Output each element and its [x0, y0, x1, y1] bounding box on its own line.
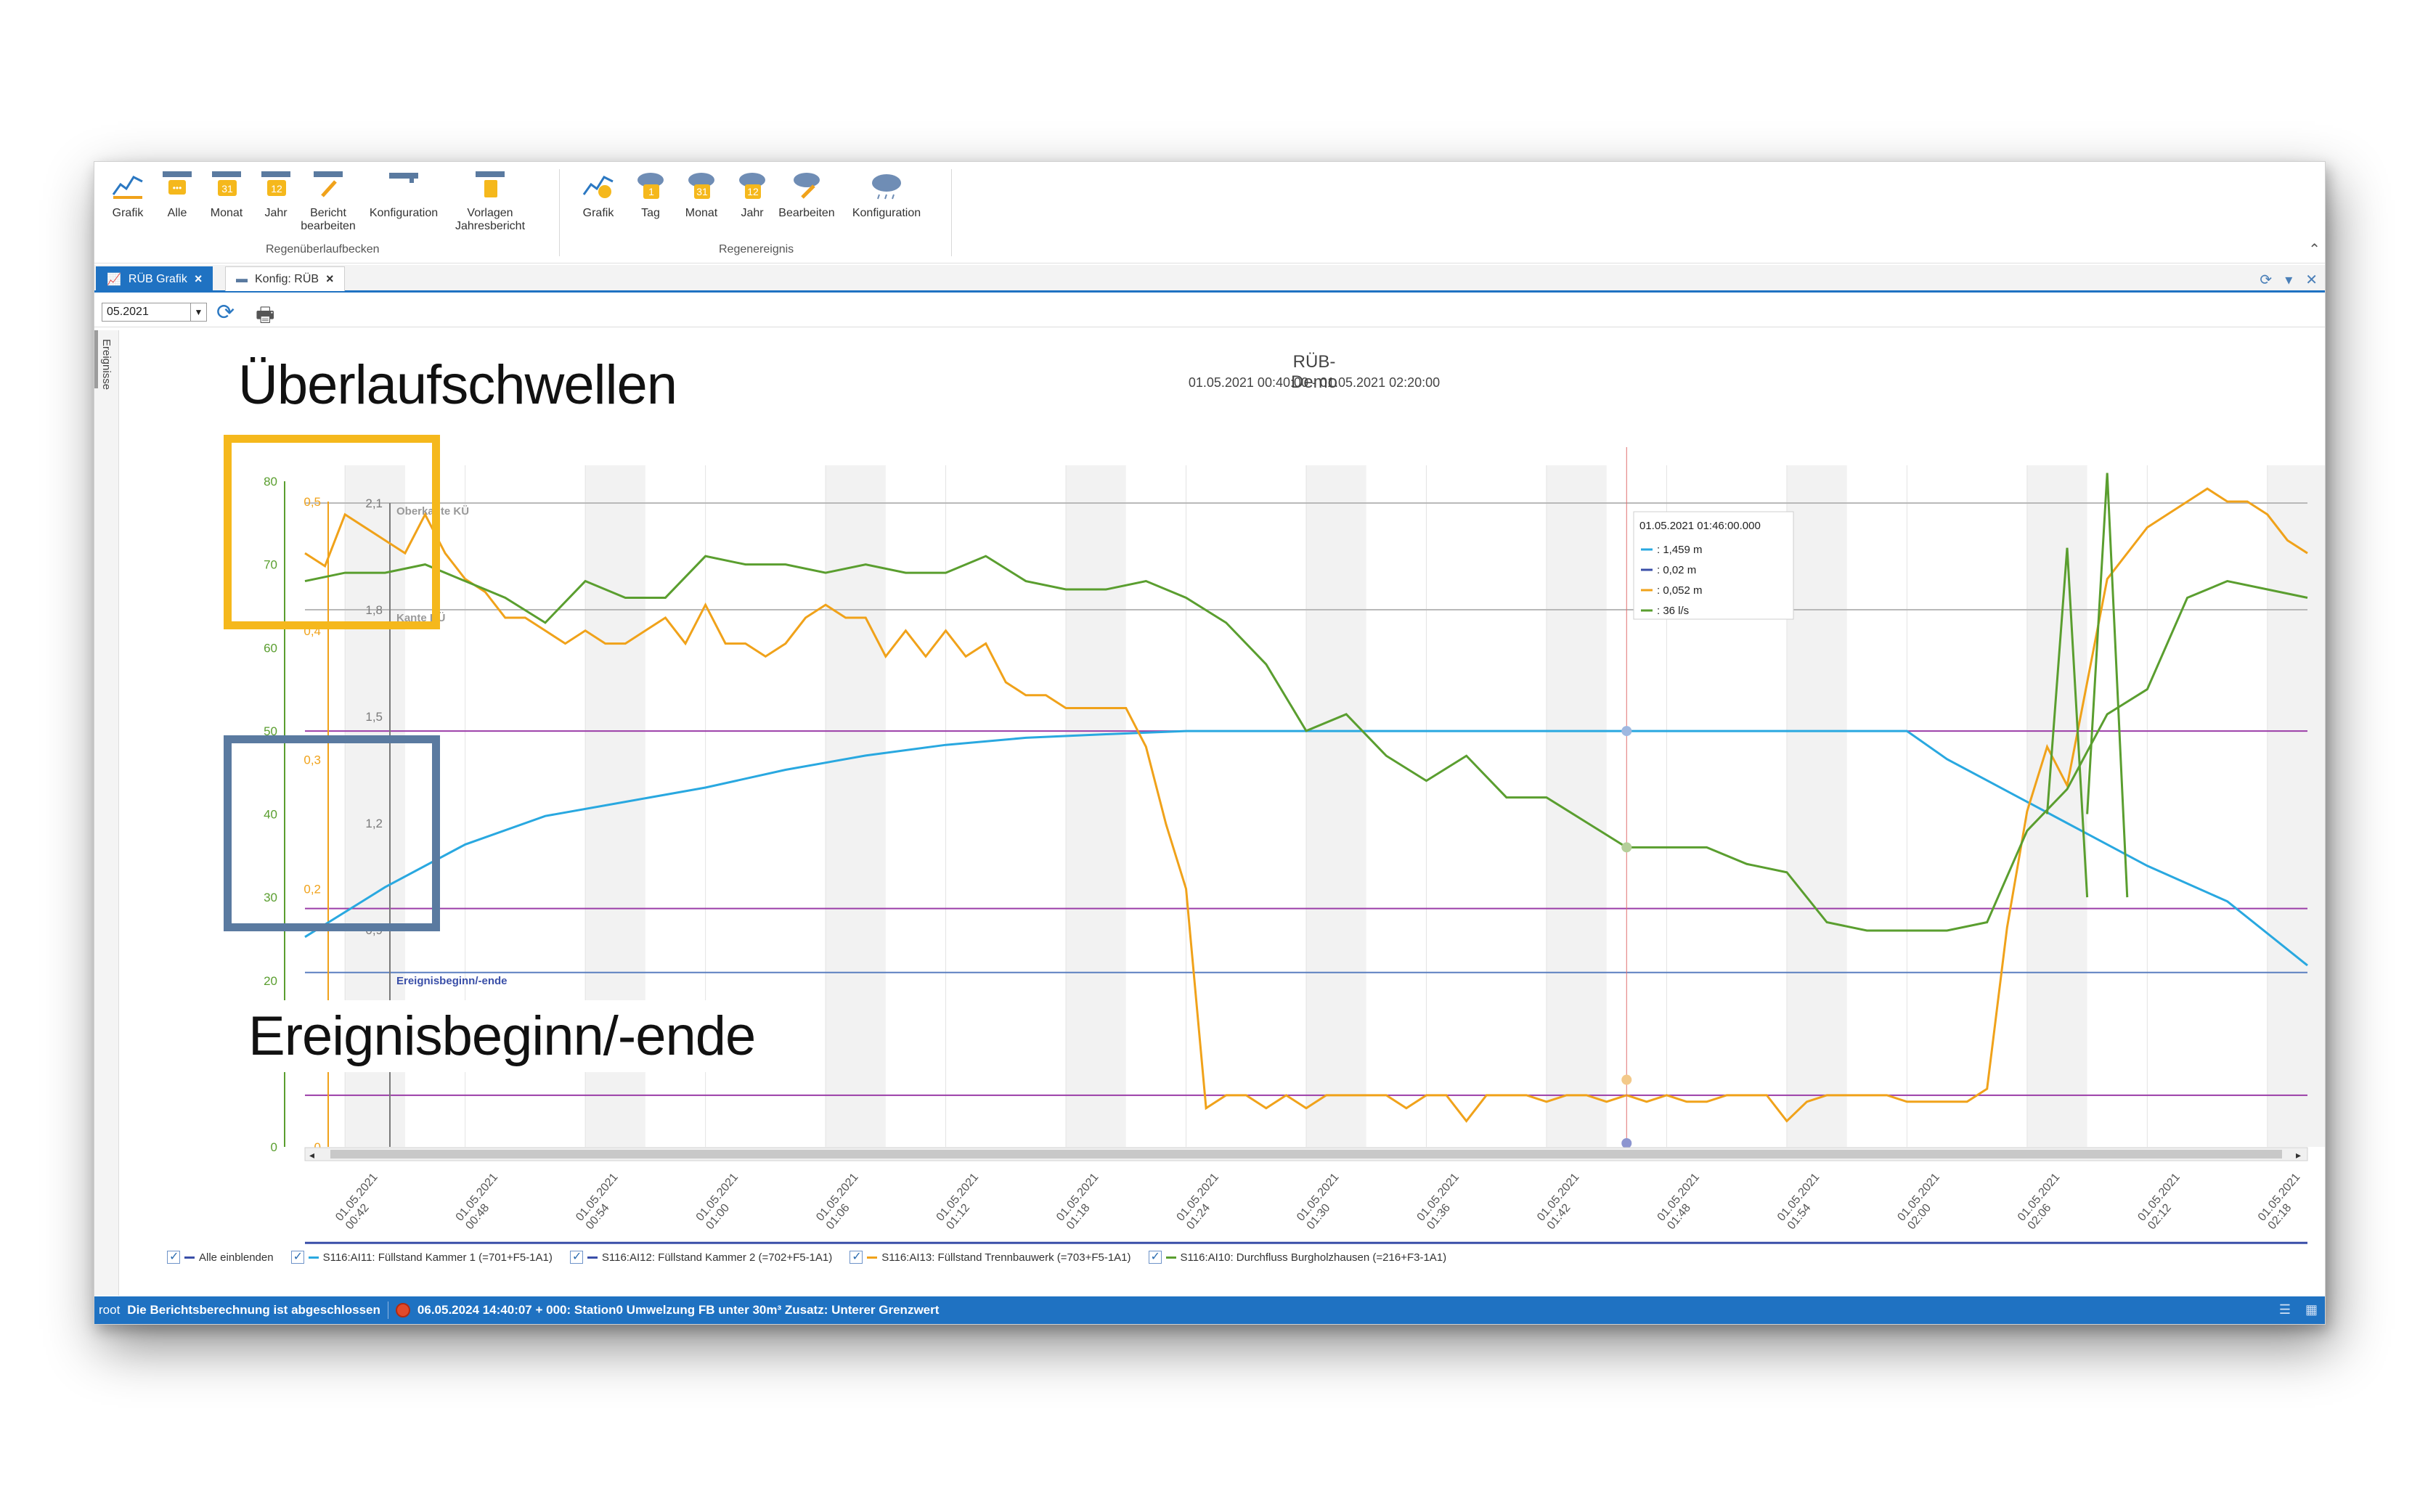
status-tools: ☰ ▦ — [2279, 1302, 2318, 1317]
tooltip-value: : 0,052 m — [1657, 584, 1703, 597]
cursor-marker — [1621, 842, 1632, 853]
x-tick-label: 01.05.202100:42 — [333, 1171, 390, 1232]
legend-show-all[interactable]: Alle einblenden — [167, 1249, 274, 1264]
x-tick-label: 01.05.202101:54 — [1775, 1171, 1832, 1232]
legend-item[interactable]: S116:AI13: Füllstand Trennbauwerk (=703+… — [850, 1249, 1131, 1264]
tooltip-value: : 0,02 m — [1657, 564, 1696, 576]
y-tick-label: 1,5 — [365, 710, 383, 724]
legend-swatch — [1165, 1256, 1176, 1259]
x-tick-label: 01.05.202101:36 — [1415, 1171, 1472, 1232]
scroll-left-icon: ◂ — [309, 1149, 314, 1161]
x-tick-label: 01.05.202100:54 — [574, 1171, 630, 1232]
tooltip-time: 01.05.2021 01:46:00.000 — [1639, 520, 1761, 532]
legend-swatch — [308, 1256, 319, 1259]
x-tick-label: 01.05.202100:48 — [454, 1171, 510, 1232]
chart-band — [1306, 465, 1366, 1147]
y-tick-label: 20 — [264, 974, 277, 988]
legend-swatch — [867, 1256, 878, 1259]
x-tick-label: 01.05.202101:00 — [694, 1171, 751, 1232]
status-message: Die Berichtsberechnung ist abgeschlossen — [127, 1303, 380, 1317]
x-tick-label: 01.05.202101:30 — [1295, 1171, 1351, 1232]
legend-item[interactable]: S116:AI11: Füllstand Kammer 1 (=701+F5-1… — [290, 1249, 553, 1264]
threshold-label: Ereignisbeginn/-ende — [396, 975, 508, 987]
legend-swatch — [184, 1256, 195, 1259]
chart-band — [1066, 465, 1126, 1147]
overflow-threshold-label: Überlaufschwellen — [224, 349, 691, 421]
legend-swatch — [587, 1256, 598, 1259]
overflow-threshold-highlight — [224, 435, 440, 629]
panel-icon[interactable]: ▦ — [2305, 1302, 2318, 1317]
tooltip-value: : 36 l/s — [1657, 605, 1689, 617]
alarm-icon[interactable] — [395, 1303, 410, 1317]
line-chart: Oberkante KÜKante KÜEreignisbeginn/-ende… — [264, 447, 2325, 1244]
y-tick-label: 60 — [264, 641, 277, 655]
x-tick-label: 01.05.202101:06 — [814, 1171, 871, 1232]
checkbox[interactable] — [167, 1249, 180, 1264]
x-tick-label: 01.05.202102:12 — [2135, 1171, 2192, 1232]
scroll-right-icon: ▸ — [2296, 1149, 2301, 1161]
legend-item[interactable]: S116:AI12: Füllstand Kammer 2 (=702+F5-1… — [569, 1249, 832, 1264]
checkbox[interactable] — [290, 1249, 304, 1264]
chart-band — [1546, 465, 1607, 1147]
x-tick-label: 01.05.202101:18 — [1054, 1171, 1111, 1232]
status-bar: root Die Berichtsberechnung ist abgeschl… — [94, 1296, 2325, 1324]
legend-item[interactable]: S116:AI10: Durchfluss Burgholzhausen (=2… — [1148, 1249, 1446, 1264]
cursor-marker — [1621, 1138, 1632, 1148]
x-tick-label: 01.05.202102:18 — [2256, 1171, 2313, 1232]
cursor-marker — [1621, 1074, 1632, 1085]
list-icon[interactable]: ☰ — [2279, 1302, 2291, 1317]
x-tick-label: 01.05.202101:24 — [1175, 1171, 1231, 1232]
tooltip-value: : 1,459 m — [1657, 544, 1703, 556]
y-tick-label: 0 — [271, 1140, 277, 1154]
x-tick-label: 01.05.202101:48 — [1655, 1171, 1711, 1232]
checkbox[interactable] — [569, 1249, 583, 1264]
chart-band — [2267, 465, 2325, 1147]
x-tick-label: 01.05.202102:06 — [2016, 1171, 2072, 1232]
x-tick-label: 01.05.202101:12 — [934, 1171, 991, 1232]
checkbox[interactable] — [850, 1249, 863, 1264]
event-range-highlight — [224, 735, 440, 931]
app-window: Grafik ••• Alle 31 Monat 12 Jahr Bericht… — [94, 161, 2326, 1325]
status-user: root — [99, 1303, 121, 1317]
chart-legend: Alle einblenden S116:AI11: Füllstand Kam… — [167, 1249, 1446, 1264]
x-tick-label: 01.05.202102:00 — [1895, 1171, 1952, 1232]
x-tick-label: 01.05.202101:42 — [1535, 1171, 1592, 1232]
chart-scrollbar-thumb — [330, 1150, 2282, 1158]
cursor-marker — [1621, 726, 1632, 737]
series-spike — [2086, 473, 2129, 898]
event-range-label: Ereignisbeginn/-ende — [234, 1000, 770, 1072]
status-alarm[interactable]: 06.05.2024 14:40:07 + 000: Station0 Umwe… — [417, 1303, 940, 1317]
checkbox[interactable] — [1148, 1249, 1162, 1264]
chart-band — [1786, 465, 1847, 1147]
